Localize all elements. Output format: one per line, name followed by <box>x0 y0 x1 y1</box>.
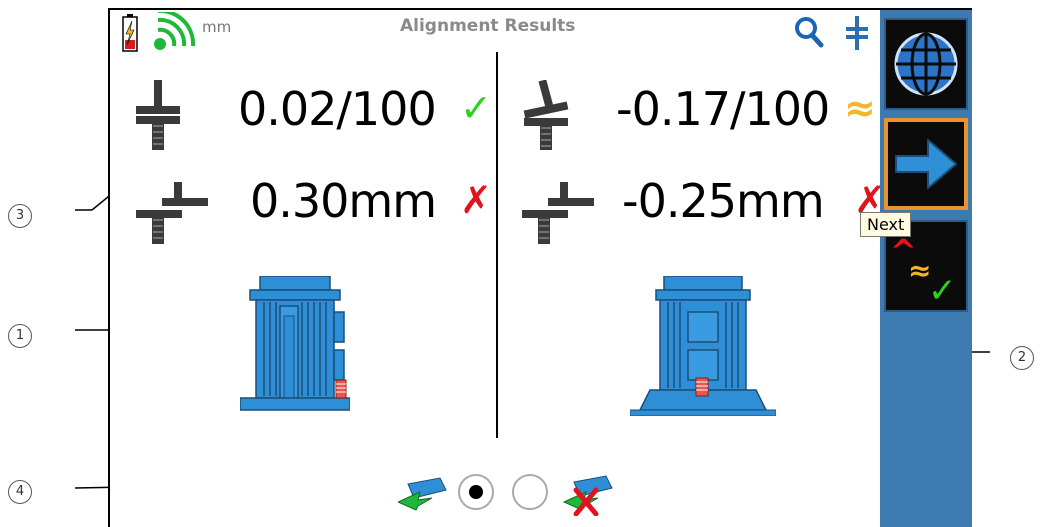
callout-4: 4 <box>8 480 32 504</box>
svg-text:✓: ✓ <box>928 271 957 310</box>
globe-icon <box>894 32 958 96</box>
right-sidebar: ^ ≈ ✓ <box>880 10 972 527</box>
callout-3: 3 <box>8 204 32 228</box>
coupling-view-icon[interactable] <box>844 16 870 50</box>
status-bad-icon: ✗ <box>460 178 492 222</box>
center-divider <box>496 52 498 438</box>
offset-coupling-icon <box>136 182 208 244</box>
status-warn-icon: ≈ <box>844 86 876 130</box>
callout-1: 1 <box>8 324 32 348</box>
machine-flat-green-arrow-icon <box>398 477 447 511</box>
globe-button[interactable] <box>884 18 968 110</box>
units-label: mm <box>202 18 232 36</box>
wireless-signal-icon <box>154 12 196 50</box>
radio-option-2[interactable] <box>512 474 548 510</box>
machine-flat-cancel-icon <box>562 475 613 516</box>
radio-option-1[interactable] <box>458 474 494 510</box>
page-title: Alignment Results <box>400 16 576 36</box>
offset-right-value: -0.25mm <box>622 174 825 228</box>
search-icon[interactable] <box>794 16 824 48</box>
device-screen: mm Alignment Results 0.02/100 ✓ 0.30mm ✗ <box>108 8 972 527</box>
callout-2: 2 <box>1010 346 1034 370</box>
angularity-tilted-coupling-icon <box>523 80 569 150</box>
next-tooltip: Next <box>860 212 912 237</box>
top-bar: mm Alignment Results <box>110 10 880 52</box>
next-button[interactable] <box>884 118 968 210</box>
next-arrow-icon <box>895 139 957 189</box>
offset-left-value: 0.30mm <box>250 174 437 228</box>
angularity-coupling-icon <box>136 80 180 150</box>
offset-coupling-right-icon <box>522 182 594 244</box>
status-ok-icon: ✓ <box>460 86 492 130</box>
motor-front-view-icon <box>630 276 776 416</box>
motor-side-view-icon <box>240 276 350 411</box>
angularity-left-value: 0.02/100 <box>238 82 437 136</box>
radio-selected-dot <box>469 485 483 499</box>
mode-selector <box>386 466 616 516</box>
battery-charging-icon <box>122 14 138 52</box>
angularity-right-value: -0.17/100 <box>616 82 830 136</box>
